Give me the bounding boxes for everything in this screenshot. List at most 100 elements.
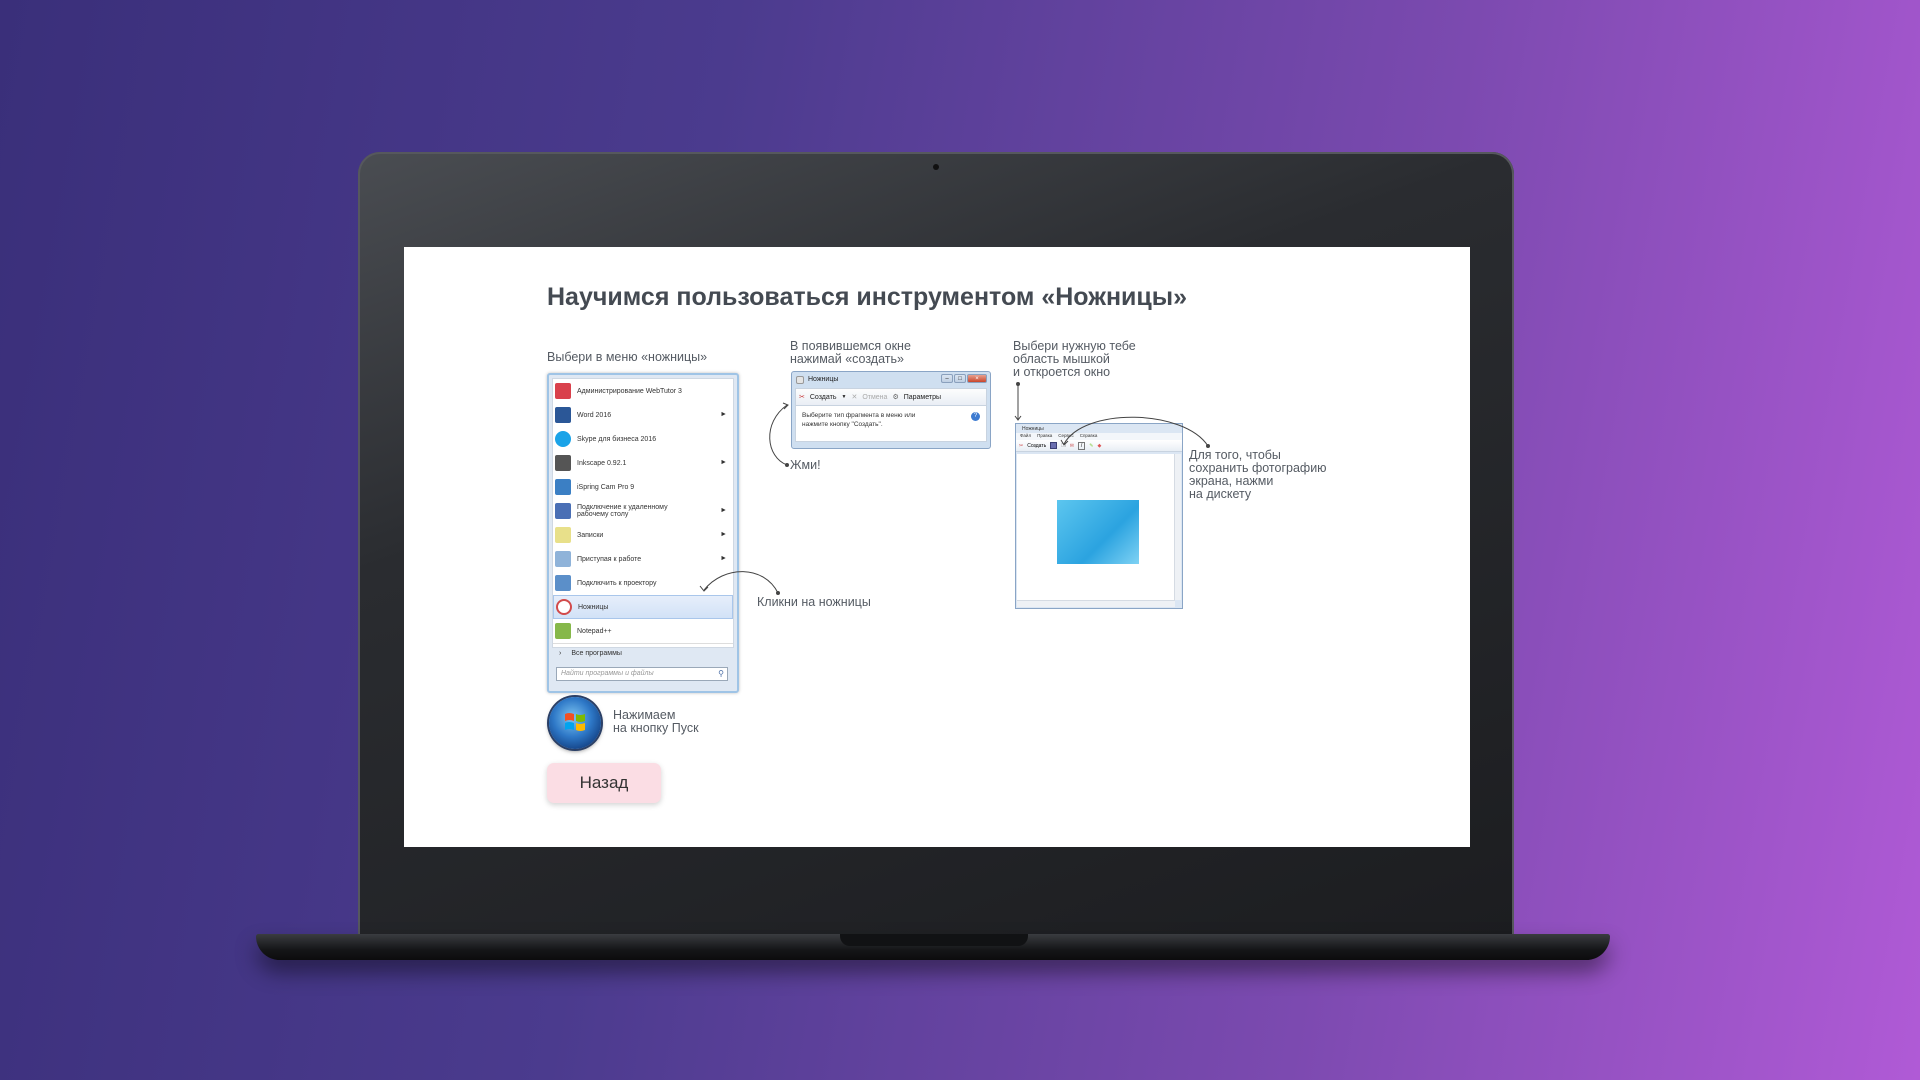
eraser-icon[interactable]: ◆ — [1098, 443, 1102, 449]
menu-item-label: Подключить к проектору — [577, 579, 657, 587]
start-note: Нажимаем на кнопку Пуск — [613, 709, 699, 735]
search-icon: ⚲ — [718, 669, 724, 678]
menu-edit[interactable]: Правка — [1037, 433, 1052, 440]
submenu-arrow-icon: ► — [720, 459, 727, 466]
ispring-icon — [555, 479, 571, 495]
step2-caption-line2: нажимай «создать» — [790, 352, 904, 366]
captured-image — [1057, 500, 1139, 564]
email-icon[interactable]: ✉ — [1070, 443, 1074, 449]
editor-title: Ножницы — [1022, 426, 1044, 432]
help-icon[interactable]: ? — [971, 412, 980, 421]
editor-create-button[interactable]: Создать — [1027, 443, 1046, 449]
menu-file[interactable]: Файл — [1020, 433, 1031, 440]
inkscape-icon — [555, 455, 571, 471]
all-programs[interactable]: › Все программы — [553, 643, 733, 663]
highlighter-icon[interactable]: ✎ — [1089, 443, 1093, 449]
sticky-notes-icon — [555, 527, 571, 543]
snip-toolbar: ✂ Создать ▼ ✕ Отмена ⚙ Параметры — [795, 388, 987, 406]
menu-tools[interactable]: Сервис — [1058, 433, 1073, 440]
menu-item-label: Word 2016 — [577, 411, 612, 419]
projector-icon — [555, 575, 571, 591]
start-menu-list: Администрирование WebTutor 3 Word 2016 ►… — [552, 378, 734, 657]
snipping-editor-window: Ножницы Файл Правка Сервис Справка ✂ Соз… — [1015, 423, 1183, 609]
step3-caption-line3: и откроется окно — [1013, 365, 1111, 379]
submenu-arrow-icon: ► — [720, 531, 727, 538]
save-disk-icon[interactable] — [1050, 442, 1058, 449]
menu-item-label: Администрирование WebTutor 3 — [577, 387, 682, 395]
getting-started-icon — [555, 551, 571, 567]
save-note: Для того, чтобы сохранить фотографию экр… — [1189, 449, 1327, 501]
click-scissors-note: Кликни на ножницы — [757, 595, 871, 609]
snip-instructions-line1: Выберите тип фрагмента в меню или — [802, 412, 916, 419]
menu-item-notepad[interactable]: Notepad++ — [553, 619, 733, 643]
menu-item-label: Inkscape 0.92.1 — [577, 459, 627, 467]
step2-caption: В появившемся окне нажимай «создать» — [790, 340, 911, 366]
cancel-button[interactable]: Отмена — [862, 394, 887, 401]
search-placeholder: Найти программы и файлы — [561, 670, 654, 677]
submenu-arrow-icon: ► — [720, 507, 727, 514]
editor-menubar: Файл Правка Сервис Справка — [1016, 433, 1182, 440]
menu-item-label: Skype для бизнеса 2016 — [577, 435, 657, 443]
window-controls: – □ × — [941, 374, 987, 383]
menu-item-webtutor[interactable]: Администрирование WebTutor 3 — [553, 379, 733, 403]
minimize-icon[interactable]: – — [941, 374, 953, 383]
gear-icon: ⚙ — [892, 394, 899, 401]
menu-item-ispring[interactable]: iSpring Cam Pro 9 — [553, 475, 733, 499]
skype-icon — [555, 431, 571, 447]
menu-item-getting-started[interactable]: Приступая к работе ► — [553, 547, 733, 571]
menu-item-label: Notepad++ — [577, 627, 612, 635]
snip-instructions-line2: нажмите кнопку "Создать". — [802, 421, 883, 428]
scissors-icon: ✂ — [799, 394, 805, 401]
save-note-line4: на дискету — [1189, 487, 1252, 501]
options-button[interactable]: Параметры — [904, 394, 941, 401]
snipping-tool-window: Ножницы – □ × ✂ Создать ▼ ✕ Отмена ⚙ Пар… — [791, 371, 991, 449]
copy-icon[interactable]: ❐ — [1061, 443, 1065, 449]
chevron-right-icon: › — [559, 650, 562, 657]
menu-item-skype[interactable]: Skype для бизнеса 2016 — [553, 427, 733, 451]
camera — [933, 164, 939, 170]
step1-caption: Выбери в меню «ножницы» — [547, 350, 708, 364]
back-button[interactable]: Назад — [547, 763, 661, 803]
chevron-down-icon[interactable]: ▼ — [841, 394, 846, 400]
all-programs-label: Все программы — [571, 650, 622, 657]
notepad-icon — [555, 623, 571, 639]
snip-title: Ножницы — [808, 376, 839, 383]
editor-titlebar: Ножницы — [1016, 424, 1182, 433]
menu-help[interactable]: Справка — [1080, 433, 1098, 440]
snip-body: Выберите тип фрагмента в меню или нажмит… — [795, 406, 987, 442]
start-note-line2: на кнопку Пуск — [613, 721, 699, 735]
horizontal-scrollbar[interactable] — [1017, 600, 1175, 607]
maximize-icon[interactable]: □ — [954, 374, 966, 383]
pen-icon[interactable]: / — [1077, 441, 1086, 450]
snip-titlebar: Ножницы – □ × — [792, 372, 990, 388]
menu-item-label: Записки — [577, 531, 604, 539]
laptop-notch — [840, 934, 1028, 946]
start-button[interactable] — [549, 697, 601, 749]
step3-caption: Выбери нужную тебе область мышкой и откр… — [1013, 340, 1136, 379]
menu-item-inkscape[interactable]: Inkscape 0.92.1 ► — [553, 451, 733, 475]
menu-item-sticky-notes[interactable]: Записки ► — [553, 523, 733, 547]
menu-item-label: Ножницы — [578, 603, 609, 611]
cancel-icon: ✕ — [851, 394, 858, 401]
remote-desktop-icon — [555, 503, 571, 519]
search-input[interactable]: Найти программы и файлы ⚲ — [556, 667, 728, 681]
webtutor-icon — [555, 383, 571, 399]
scissors-icon — [796, 376, 804, 384]
scissors-icon: ✂ — [1019, 442, 1024, 449]
close-icon[interactable]: × — [967, 374, 987, 383]
arrow-to-create — [769, 404, 788, 466]
create-button[interactable]: Создать — [810, 394, 837, 401]
editor-canvas[interactable] — [1017, 454, 1175, 600]
vertical-scrollbar[interactable] — [1174, 454, 1181, 600]
submenu-arrow-icon: ► — [720, 411, 727, 418]
menu-item-label: iSpring Cam Pro 9 — [577, 483, 635, 491]
menu-item-scissors[interactable]: Ножницы — [553, 595, 733, 619]
slide-title: Научимся пользоваться инструментом «Ножн… — [547, 283, 1188, 311]
menu-item-projector[interactable]: Подключить к проектору — [553, 571, 733, 595]
windows-logo-icon — [565, 713, 585, 731]
menu-item-label: Подключение к удаленному рабочему столу — [577, 504, 668, 518]
start-menu: Администрирование WebTutor 3 Word 2016 ►… — [547, 373, 739, 693]
menu-item-word[interactable]: Word 2016 ► — [553, 403, 733, 427]
menu-item-remote-desktop[interactable]: Подключение к удаленному рабочему столу … — [553, 499, 733, 523]
slide: Научимся пользоваться инструментом «Ножн… — [404, 247, 1470, 847]
